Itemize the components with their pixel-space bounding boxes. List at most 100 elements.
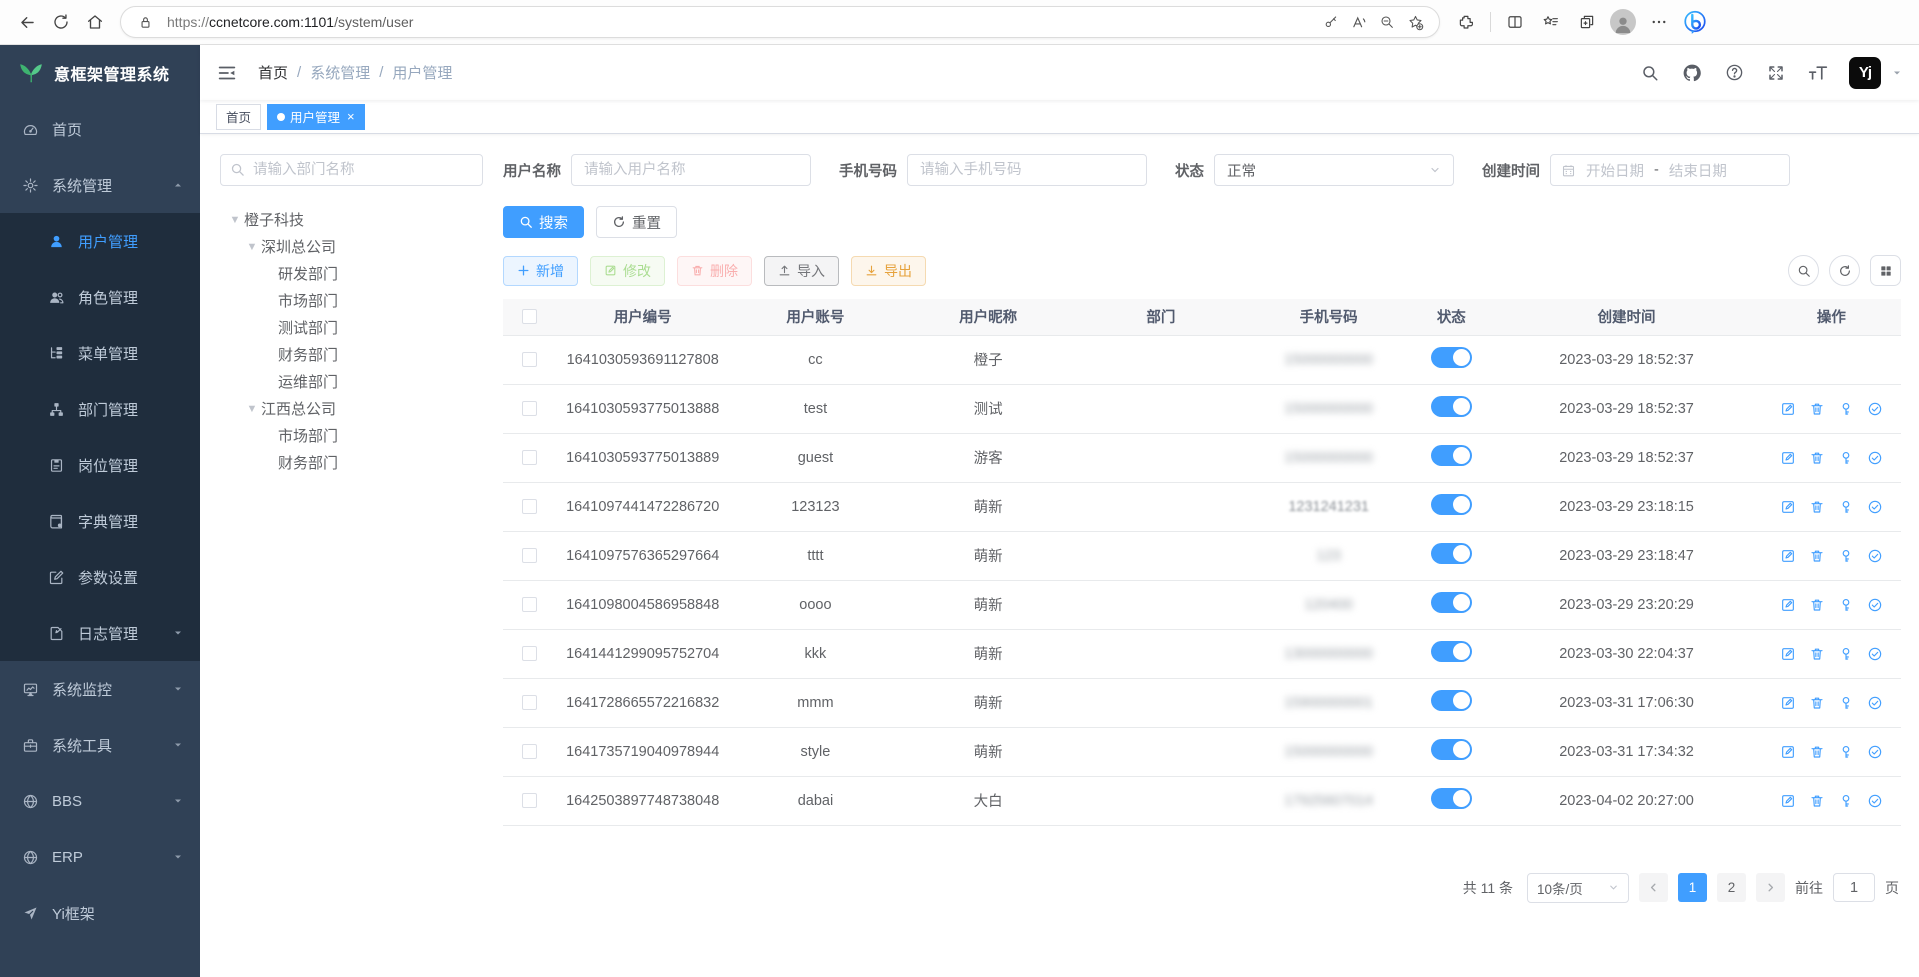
- status-toggle[interactable]: [1431, 347, 1472, 368]
- lock-icon[interactable]: [131, 8, 159, 36]
- row-edit-icon[interactable]: [1780, 401, 1796, 417]
- row-edit-icon[interactable]: [1780, 450, 1796, 466]
- row-checkbox[interactable]: [522, 401, 537, 416]
- row-edit-icon[interactable]: [1780, 695, 1796, 711]
- zoom-out-icon[interactable]: [1373, 8, 1401, 36]
- refresh-table-button[interactable]: [1829, 255, 1860, 286]
- prev-page-button[interactable]: [1639, 873, 1668, 902]
- read-aloud-icon[interactable]: [1345, 8, 1373, 36]
- toggle-search-button[interactable]: [1788, 255, 1819, 286]
- fullscreen-icon[interactable]: [1765, 62, 1787, 84]
- sidebar-item-13[interactable]: ERP: [0, 829, 200, 885]
- avatar-caret-icon[interactable]: [1891, 67, 1903, 79]
- row-edit-icon[interactable]: [1780, 793, 1796, 809]
- row-checkbox[interactable]: [522, 499, 537, 514]
- tree-node-0[interactable]: ▼橙子科技: [220, 206, 483, 233]
- row-delete-icon[interactable]: [1809, 744, 1825, 760]
- tree-node-2[interactable]: 研发部门: [220, 260, 483, 287]
- sidebar-item-8[interactable]: 参数设置: [0, 549, 200, 605]
- row-reset-password-icon[interactable]: [1838, 450, 1854, 466]
- sidebar-item-5[interactable]: 部门管理: [0, 381, 200, 437]
- row-reset-password-icon[interactable]: [1838, 695, 1854, 711]
- row-reset-password-icon[interactable]: [1838, 597, 1854, 613]
- row-checkbox[interactable]: [522, 793, 537, 808]
- phone-input[interactable]: [907, 154, 1147, 186]
- page-size-select[interactable]: 10条/页: [1527, 873, 1629, 903]
- status-toggle[interactable]: [1431, 641, 1472, 662]
- status-toggle[interactable]: [1431, 543, 1472, 564]
- status-toggle[interactable]: [1431, 788, 1472, 809]
- browser-back-button[interactable]: [10, 5, 44, 39]
- app-logo[interactable]: 意框架管理系统: [0, 45, 200, 101]
- row-edit-icon[interactable]: [1780, 499, 1796, 515]
- row-delete-icon[interactable]: [1809, 499, 1825, 515]
- row-assign-role-icon[interactable]: [1867, 499, 1883, 515]
- tree-node-8[interactable]: 市场部门: [220, 422, 483, 449]
- row-reset-password-icon[interactable]: [1838, 793, 1854, 809]
- row-checkbox[interactable]: [522, 597, 537, 612]
- sidebar-item-7[interactable]: 字典管理: [0, 493, 200, 549]
- profile-avatar[interactable]: [1607, 5, 1639, 39]
- goto-page-input[interactable]: [1833, 873, 1875, 902]
- page-button-1[interactable]: 1: [1678, 873, 1707, 902]
- tree-node-3[interactable]: 市场部门: [220, 287, 483, 314]
- row-assign-role-icon[interactable]: [1867, 548, 1883, 564]
- browser-refresh-button[interactable]: [44, 5, 78, 39]
- row-assign-role-icon[interactable]: [1867, 793, 1883, 809]
- row-delete-icon[interactable]: [1809, 793, 1825, 809]
- favorites-icon[interactable]: [1535, 5, 1567, 39]
- delete-button[interactable]: 删除: [677, 256, 752, 286]
- row-delete-icon[interactable]: [1809, 597, 1825, 613]
- collections-icon[interactable]: [1571, 5, 1603, 39]
- sidebar-item-9[interactable]: 日志管理: [0, 605, 200, 661]
- sidebar-item-0[interactable]: 首页: [0, 101, 200, 157]
- tree-node-1[interactable]: ▼深圳总公司: [220, 233, 483, 260]
- row-edit-icon[interactable]: [1780, 597, 1796, 613]
- address-bar[interactable]: https://ccnetcore.com:1101/system/user: [120, 6, 1440, 38]
- sidebar-item-3[interactable]: 角色管理: [0, 269, 200, 325]
- password-key-icon[interactable]: [1317, 8, 1345, 36]
- hamburger-icon[interactable]: [216, 60, 242, 86]
- status-toggle[interactable]: [1431, 739, 1472, 760]
- import-button[interactable]: 导入: [764, 256, 839, 286]
- sidebar-item-6[interactable]: 岗位管理: [0, 437, 200, 493]
- add-favorite-icon[interactable]: [1401, 8, 1429, 36]
- browser-home-button[interactable]: [78, 5, 112, 39]
- font-size-icon[interactable]: [1807, 62, 1829, 84]
- row-assign-role-icon[interactable]: [1867, 744, 1883, 760]
- tree-node-6[interactable]: 运维部门: [220, 368, 483, 395]
- tree-node-7[interactable]: ▼江西总公司: [220, 395, 483, 422]
- row-reset-password-icon[interactable]: [1838, 548, 1854, 564]
- row-delete-icon[interactable]: [1809, 695, 1825, 711]
- breadcrumb-item-0[interactable]: 首页: [258, 62, 288, 83]
- more-menu-icon[interactable]: [1643, 5, 1675, 39]
- username-input[interactable]: [571, 154, 811, 186]
- row-checkbox[interactable]: [522, 450, 537, 465]
- tree-node-4[interactable]: 测试部门: [220, 314, 483, 341]
- row-checkbox[interactable]: [522, 744, 537, 759]
- sidebar-item-10[interactable]: 系统监控: [0, 661, 200, 717]
- help-icon[interactable]: [1723, 62, 1745, 84]
- tag-close-icon[interactable]: ×: [347, 109, 355, 124]
- copilot-icon[interactable]: [1679, 5, 1711, 39]
- row-checkbox[interactable]: [522, 646, 537, 661]
- row-delete-icon[interactable]: [1809, 450, 1825, 466]
- extensions-icon[interactable]: [1450, 5, 1482, 39]
- status-select[interactable]: 正常: [1214, 154, 1454, 186]
- row-reset-password-icon[interactable]: [1838, 744, 1854, 760]
- sidebar-item-4[interactable]: 菜单管理: [0, 325, 200, 381]
- status-toggle[interactable]: [1431, 445, 1472, 466]
- select-all-checkbox[interactable]: [522, 309, 537, 324]
- github-icon[interactable]: [1681, 62, 1703, 84]
- page-button-2[interactable]: 2: [1717, 873, 1746, 902]
- export-button[interactable]: 导出: [851, 256, 926, 286]
- status-toggle[interactable]: [1431, 396, 1472, 417]
- row-assign-role-icon[interactable]: [1867, 597, 1883, 613]
- row-reset-password-icon[interactable]: [1838, 499, 1854, 515]
- tree-node-5[interactable]: 财务部门: [220, 341, 483, 368]
- user-avatar[interactable]: Yj: [1849, 57, 1881, 89]
- row-reset-password-icon[interactable]: [1838, 646, 1854, 662]
- status-toggle[interactable]: [1431, 494, 1472, 515]
- status-toggle[interactable]: [1431, 690, 1472, 711]
- search-button[interactable]: 搜索: [503, 206, 584, 238]
